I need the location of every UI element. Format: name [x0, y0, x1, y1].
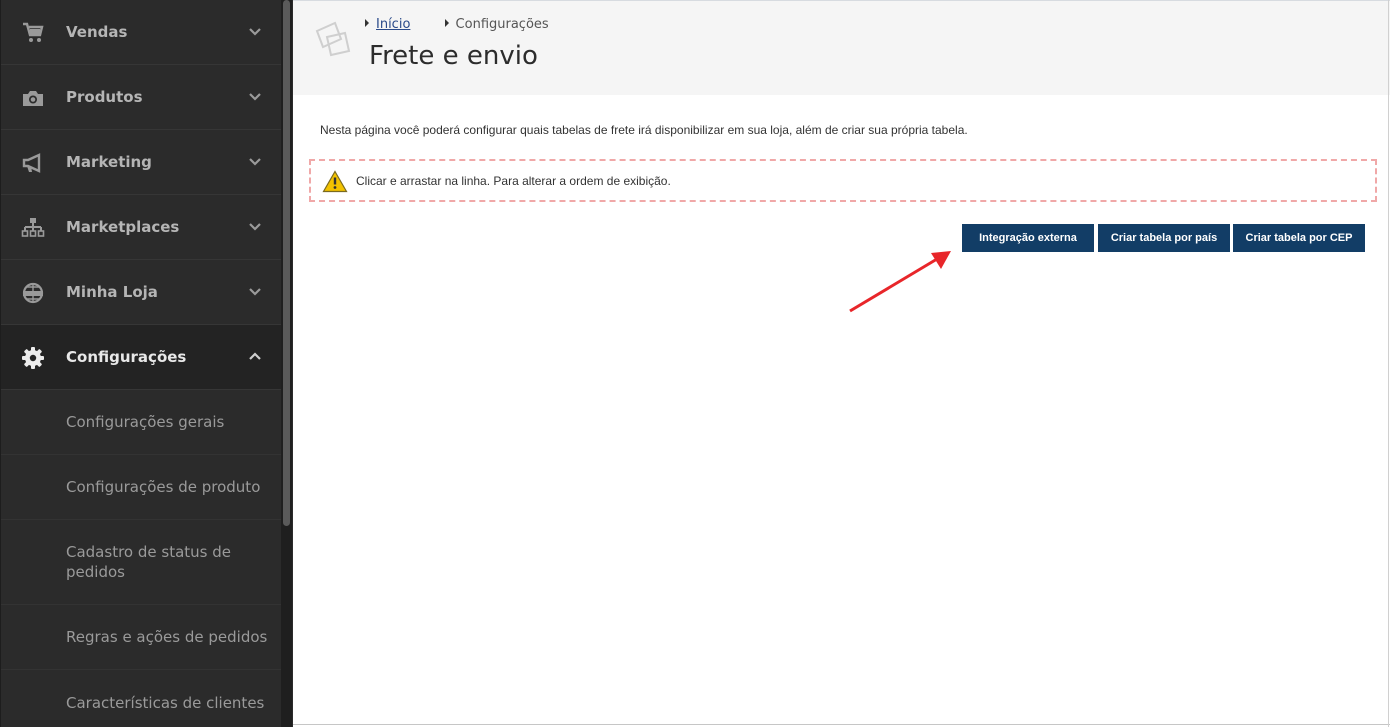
chevron-down-icon: [249, 93, 261, 101]
megaphone-icon: [22, 153, 41, 173]
chevron-up-icon: [249, 352, 261, 360]
breadcrumb-link-inicio[interactable]: Início: [376, 17, 410, 32]
shopping-cart-icon: [23, 22, 44, 42]
breadcrumb-item[interactable]: Início: [365, 17, 410, 32]
sidebar-item-label: Vendas: [66, 23, 128, 41]
page-description: Nesta página você poderá configurar quai…: [320, 123, 968, 137]
chevron-down-icon: [249, 28, 261, 36]
sidebar-item-label: Configurações: [66, 348, 187, 366]
sidebar-item-label: Produtos: [66, 88, 143, 106]
sidebar-item-minha-loja[interactable]: Minha Loja: [1, 260, 282, 325]
camera-icon: [23, 91, 43, 106]
globe-www-icon: [22, 282, 44, 304]
breadcrumb-item: Configurações: [444, 17, 549, 32]
gear-icon: [22, 347, 44, 369]
sidebar: Vendas Produtos Marketing Marketplaces M…: [0, 0, 293, 727]
submenu-item-caracteristicas-de-clientes[interactable]: Características de clientes: [1, 670, 282, 727]
page-title: Frete e envio: [369, 41, 538, 71]
sidebar-item-configuracoes[interactable]: Configurações: [1, 325, 282, 390]
warning-notice: Clicar e arrastar na linha. Para alterar…: [309, 159, 1377, 202]
breadcrumb-current: Configurações: [455, 17, 549, 32]
submenu-item-label: Configurações gerais: [66, 413, 225, 431]
sidebar-item-marketplaces[interactable]: Marketplaces: [1, 195, 282, 260]
submenu-item-cadastro-de-status[interactable]: Cadastro de status de pedidos: [1, 520, 282, 605]
submenu-item-configuracoes-de-produto[interactable]: Configurações de produto: [1, 455, 282, 520]
warning-text: Clicar e arrastar na linha. Para alterar…: [356, 174, 671, 188]
bottom-divider: [293, 724, 1390, 725]
sidebar-item-label: Marketplaces: [66, 218, 180, 236]
breadcrumb: Início Configurações: [365, 17, 579, 32]
submenu-item-label: Regras e ações de pedidos: [66, 628, 268, 646]
sitemap-icon: [21, 218, 45, 237]
create-table-by-country-button[interactable]: Criar tabela por país: [1098, 224, 1230, 252]
page-header: Início Configurações Frete e envio: [293, 0, 1390, 95]
sidebar-item-vendas[interactable]: Vendas: [1, 0, 282, 65]
chevron-down-icon: [249, 158, 261, 166]
submenu-item-label: Configurações de produto: [66, 478, 261, 496]
create-table-by-cep-button[interactable]: Criar tabela por CEP: [1233, 224, 1365, 252]
chevron-down-icon: [249, 288, 261, 296]
sidebar-item-marketing[interactable]: Marketing: [1, 130, 282, 195]
warning-icon: [322, 170, 348, 193]
submenu-item-label: Características de clientes: [66, 693, 265, 712]
submenu-item-configuracoes-gerais[interactable]: Configurações gerais: [1, 390, 282, 455]
submenu-item-regras-e-acoes[interactable]: Regras e ações de pedidos: [1, 605, 282, 670]
scrollbar-thumb[interactable]: [283, 0, 290, 526]
right-divider: [1388, 0, 1389, 727]
sidebar-item-label: Minha Loja: [66, 283, 158, 301]
pages-icon: [315, 21, 351, 57]
annotation-arrow-icon: [849, 251, 951, 313]
sidebar-item-produtos[interactable]: Produtos: [1, 65, 282, 130]
submenu-item-label: Cadastro de status de pedidos: [66, 543, 231, 581]
chevron-down-icon: [249, 223, 261, 231]
external-integration-button[interactable]: Integração externa: [962, 224, 1094, 252]
sidebar-item-label: Marketing: [66, 153, 152, 171]
sidebar-scrollbar[interactable]: [281, 0, 292, 727]
